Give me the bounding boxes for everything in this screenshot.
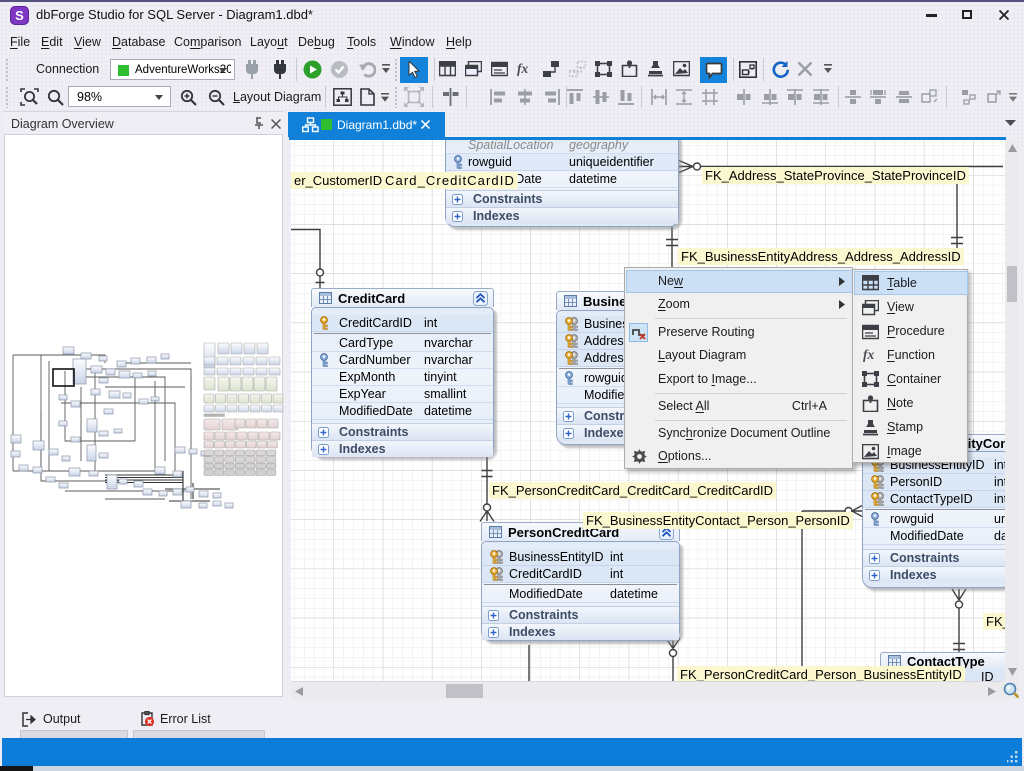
svg-text:S: S bbox=[15, 8, 24, 23]
